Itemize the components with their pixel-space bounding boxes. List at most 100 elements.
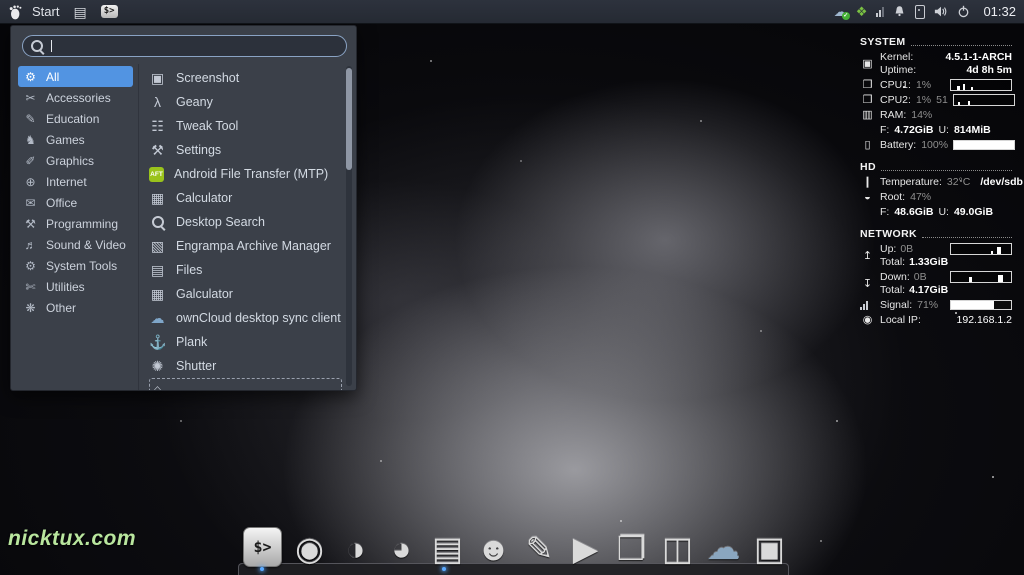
file-cabinet-icon: ▤: [432, 532, 463, 565]
app-plank[interactable]: ⚓Plank: [149, 330, 342, 354]
category-other[interactable]: ❋Other: [18, 297, 133, 318]
firefox-icon: ◕: [392, 532, 412, 565]
app-screenshot[interactable]: ▣Screenshot: [149, 66, 342, 90]
download-icon: ↧: [860, 278, 875, 290]
app-owncloud[interactable]: ☁ownCloud desktop sync client: [149, 306, 342, 330]
category-office[interactable]: ✉Office: [18, 192, 133, 213]
file-cabinet-icon: ▤: [149, 262, 166, 279]
globe-icon: ⊕: [23, 175, 38, 189]
gear-icon: ⚙: [23, 70, 38, 84]
envelope-icon: ✉: [23, 196, 38, 210]
volume-icon[interactable]: [934, 5, 948, 18]
gear-icon: ⚙: [23, 259, 38, 273]
app-settings[interactable]: ⚒Settings: [149, 138, 342, 162]
cloud-icon: ☁: [707, 531, 741, 565]
scrollbar-track[interactable]: [346, 66, 352, 386]
app-calculator[interactable]: ▦Calculator: [149, 186, 342, 210]
category-list: ⚙All ✂Accessories ✎Education ♞Games ✐Gra…: [11, 64, 138, 390]
geany-icon: λ: [149, 94, 166, 110]
dock-screenshot-tool[interactable]: ▣: [751, 529, 788, 567]
thermometer-icon: ❙: [860, 176, 875, 188]
notifications-bell-icon[interactable]: [893, 5, 906, 18]
signal-row: Signal: 71%: [860, 299, 1012, 311]
network-signal-icon[interactable]: [876, 7, 884, 17]
root-row: ◒ Root: 47%: [860, 191, 1012, 203]
category-sound-video[interactable]: ♬Sound & Video: [18, 234, 133, 255]
app-geany[interactable]: λGeany: [149, 90, 342, 114]
app-list: ▣Screenshot λGeany ☷Tweak Tool ⚒Settings…: [138, 64, 356, 390]
terminal-launcher-icon[interactable]: $>: [101, 5, 118, 18]
dock-mascot-app[interactable]: ☻: [475, 529, 512, 567]
cpu-icon: ❒: [860, 94, 875, 106]
dock-chromium[interactable]: ◉: [291, 529, 328, 567]
app-menu: ⚙All ✂Accessories ✎Education ♞Games ✐Gra…: [10, 25, 357, 391]
category-programming[interactable]: ⚒Programming: [18, 213, 133, 234]
dock-media-player[interactable]: ▶: [567, 529, 604, 567]
running-indicator: [260, 567, 264, 571]
app-engrampa[interactable]: ▧Engrampa Archive Manager: [149, 234, 342, 258]
dock-gimp[interactable]: ✎: [521, 529, 558, 567]
app-desktop-search[interactable]: Desktop Search: [149, 210, 342, 234]
category-graphics[interactable]: ✐Graphics: [18, 150, 133, 171]
dock-file-manager[interactable]: ▤: [429, 529, 466, 567]
cloud-sync-icon[interactable]: ☁ ✓: [834, 5, 847, 18]
monitor-icon: ▣: [149, 70, 166, 87]
app-partial-row[interactable]: ⌂: [149, 378, 342, 391]
monitor-camera-icon: ▣: [754, 532, 785, 565]
files-launcher-icon[interactable]: ▤: [73, 5, 86, 19]
package-tray-icon[interactable]: ❖: [856, 5, 868, 18]
category-education[interactable]: ✎Education: [18, 108, 133, 129]
device-lock-icon[interactable]: [915, 5, 925, 19]
ram-icon: ▥: [860, 109, 875, 121]
signal-bars-icon: [860, 300, 875, 310]
dock-terminal[interactable]: $>: [243, 527, 282, 567]
dock: $> ◉ ◑ ◕ ▤ ☻ ✎ ▶ ❐ ◫ ☁ ▣: [243, 527, 788, 567]
cpu-icon: ❒: [860, 79, 875, 91]
pages-icon: ❐: [617, 532, 647, 565]
power-icon[interactable]: [957, 5, 970, 18]
dock-web-browser[interactable]: ◑: [337, 529, 374, 567]
category-all[interactable]: ⚙All: [18, 66, 133, 87]
music-icon: ♬: [23, 238, 38, 252]
calculator-icon: ▦: [149, 190, 166, 207]
up-graph: [950, 243, 1012, 255]
kernel-row: ▣ Kernel:4.5.1-1-ARCH Uptime:4d 8h 5m: [860, 51, 1012, 76]
panel-left: Start ▤ $>: [0, 4, 118, 20]
play-icon: ▶: [573, 532, 598, 565]
app-android-file-transfer[interactable]: AFTAndroid File Transfer (MTP): [149, 162, 342, 186]
brush-icon: ✐: [23, 154, 38, 168]
category-games[interactable]: ♞Games: [18, 129, 133, 150]
search-icon: [149, 216, 166, 228]
clock[interactable]: 01:32: [983, 4, 1016, 19]
search-input[interactable]: [22, 35, 347, 57]
calculator-icon: ▦: [149, 286, 166, 303]
signal-bar: [950, 300, 1012, 310]
scrollbar-thumb[interactable]: [346, 68, 352, 170]
distro-foot-icon: [8, 4, 24, 20]
dock-owncloud[interactable]: ☁: [705, 529, 742, 567]
app-tweak-tool[interactable]: ☷Tweak Tool: [149, 114, 342, 138]
category-utilities[interactable]: ✄Utilities: [18, 276, 133, 297]
anchor-icon: ⚓: [149, 334, 166, 351]
system-tray: ☁ ✓ ❖ 01:32: [834, 4, 1024, 19]
section-system: SYSTEM: [860, 36, 1012, 48]
switches-icon: ☷: [149, 118, 166, 135]
upload-icon: ↥: [860, 250, 875, 262]
dock-documents[interactable]: ❐: [613, 529, 650, 567]
app-files[interactable]: ▤Files: [149, 258, 342, 282]
temperature-row: ❙ Temperature: 32°C /dev/sdb: [860, 176, 1012, 188]
dock-reader[interactable]: ◫: [659, 529, 696, 567]
app-galculator[interactable]: ▦Galculator: [149, 282, 342, 306]
section-network: NETWORK: [860, 228, 1012, 240]
android-icon: AFT: [149, 167, 164, 182]
category-system-tools[interactable]: ⚙System Tools: [18, 255, 133, 276]
start-button[interactable]: Start: [8, 4, 59, 20]
cpu2-row: ❒ CPU2: 1% 51: [860, 94, 1012, 106]
pencil-icon: ✎: [23, 112, 38, 126]
category-internet[interactable]: ⊕Internet: [18, 171, 133, 192]
app-shutter[interactable]: ✺Shutter: [149, 354, 342, 378]
app-icon: ⌂: [149, 381, 166, 391]
dock-firefox[interactable]: ◕: [383, 529, 420, 567]
category-accessories[interactable]: ✂Accessories: [18, 87, 133, 108]
shutter-icon: ✺: [149, 358, 166, 375]
